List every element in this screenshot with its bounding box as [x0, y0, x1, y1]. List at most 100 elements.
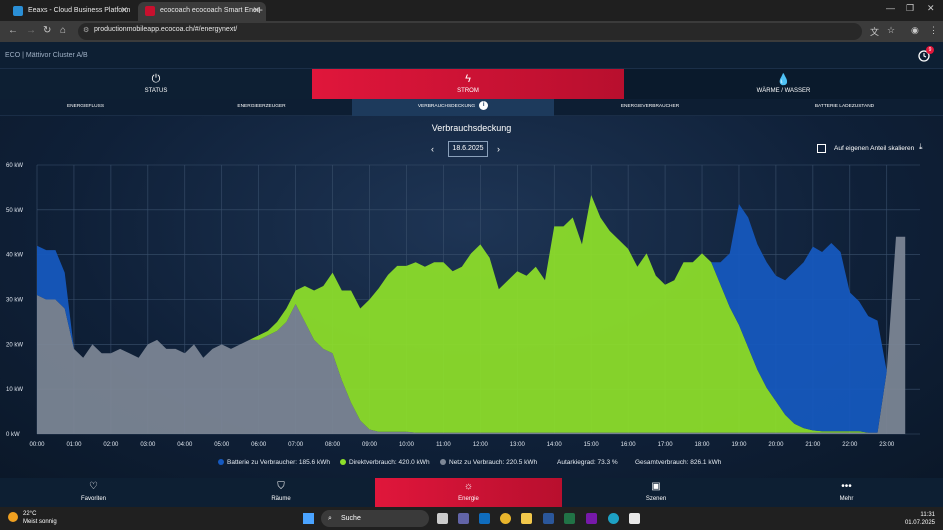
- url-field[interactable]: ⚙ productionmobileapp.ecocoa.ch/#/energy…: [78, 23, 862, 40]
- download-icon[interactable]: ⤓: [919, 142, 923, 152]
- y-tick-label: 20 kW: [6, 342, 23, 348]
- legend-dot-icon: [440, 459, 446, 465]
- reload-icon[interactable]: ↻: [43, 25, 51, 36]
- lightning-icon: ϟ: [465, 73, 471, 85]
- tab-label: WÄRME / WASSER: [756, 88, 811, 94]
- site-info-icon[interactable]: ⚙: [83, 26, 89, 34]
- taskbar-clock[interactable]: 11:31 01.07.2025: [897, 511, 935, 527]
- chart-panel: Verbrauchsdeckung ‹ 18.6.2025 › Auf eige…: [0, 116, 943, 478]
- nav-raeume[interactable]: ⛉ Räume: [187, 478, 375, 507]
- nav-label: Energie: [458, 496, 479, 502]
- browser-tab-bar: Eeaxs - Cloud Business Platform ✕ ecocoa…: [0, 0, 943, 21]
- profile-icon[interactable]: ◉: [911, 25, 919, 36]
- x-tick-label: 12:00: [473, 442, 489, 448]
- x-tick-label: 05:00: [214, 442, 230, 448]
- chevron-right-icon[interactable]: ›: [497, 144, 500, 154]
- bookmark-star-icon[interactable]: ☆: [887, 25, 895, 36]
- browser-tab-title: Eeaxs - Cloud Business Platform: [28, 7, 131, 14]
- nav-favoriten[interactable]: ♡ Favoriten: [0, 478, 187, 507]
- taskbar-search[interactable]: ⌕ Suche: [321, 510, 429, 527]
- x-tick-label: 06:00: [251, 442, 267, 448]
- task-view-icon[interactable]: [437, 513, 448, 524]
- tab-strom[interactable]: ϟ STROM: [312, 69, 624, 99]
- x-tick-label: 07:00: [288, 442, 304, 448]
- search-placeholder: Suche: [341, 515, 361, 522]
- x-tick-label: 23:00: [879, 442, 895, 448]
- x-tick-label: 20:00: [768, 442, 784, 448]
- restore-icon[interactable]: ❐: [906, 3, 914, 14]
- power-icon: ⏻: [151, 73, 161, 85]
- chrome-icon[interactable]: [500, 513, 511, 524]
- translate-icon[interactable]: 文: [870, 25, 879, 38]
- scale-checkbox[interactable]: [817, 144, 826, 153]
- more-icon: •••: [841, 481, 852, 492]
- nav-label: Räume: [271, 496, 291, 502]
- file-explorer-icon[interactable]: [521, 513, 532, 524]
- chevron-left-icon[interactable]: ‹: [431, 144, 434, 154]
- x-tick-label: 17:00: [658, 442, 674, 448]
- forward-icon[interactable]: →: [26, 25, 36, 36]
- onenote-icon[interactable]: [586, 513, 597, 524]
- y-tick-label: 60 kW: [6, 163, 23, 169]
- browser-tab-active[interactable]: ecocoach ecocoach Smart Ener ✕: [138, 2, 266, 21]
- x-tick-label: 00:00: [29, 442, 45, 448]
- teams-icon[interactable]: [458, 513, 469, 524]
- subtab-verbrauchsdeckung[interactable]: VERBRAUCHSDECKUNG i: [352, 99, 554, 116]
- shield-icon: ⛉: [277, 481, 285, 492]
- tab-status[interactable]: ⏻ STATUS: [0, 69, 312, 99]
- app-logo: ECO | Mättivor Cluster A/B: [5, 52, 88, 59]
- date-picker[interactable]: 18.6.2025: [448, 141, 488, 157]
- windows-start-icon[interactable]: [303, 513, 314, 524]
- subtab-energiefluss[interactable]: ENERGIEFLUSS: [0, 99, 171, 116]
- weather-temp: 22°C: [23, 511, 37, 517]
- close-window-icon[interactable]: ✕: [927, 3, 935, 14]
- word-icon[interactable]: [543, 513, 554, 524]
- legend-dot-icon: [340, 459, 346, 465]
- consumption-coverage-chart: 0 kW 10 kW 20 kW 30 kW 40 kW 50 kW 60 kW 00:00 0…: [6, 163, 920, 448]
- legend-battery-text: Batterie zu Verbraucher: 185.6 kWh: [227, 459, 330, 466]
- browser-tab-title: ecocoach ecocoach Smart Ener: [160, 7, 260, 14]
- x-tick-label: 01:00: [66, 442, 82, 448]
- home-icon[interactable]: ⌂: [60, 25, 66, 36]
- weather-text: Meist sonnig: [23, 519, 57, 525]
- x-tick-label: 19:00: [731, 442, 747, 448]
- x-tick-label: 10:00: [399, 442, 415, 448]
- legend-direct-text: Direktverbrauch: 420.0 kWh: [349, 459, 430, 466]
- x-tick-label: 18:00: [695, 442, 711, 448]
- y-tick-label: 30 kW: [6, 298, 23, 304]
- minimize-icon[interactable]: —: [886, 3, 895, 13]
- scale-checkbox-label: Auf eigenen Anteil skalieren: [834, 145, 915, 152]
- nav-szenen[interactable]: ▣ Szenen: [562, 478, 750, 507]
- x-tick-label: 11:00: [436, 442, 451, 448]
- x-tick-label: 16:00: [621, 442, 637, 448]
- app-icon[interactable]: [629, 513, 640, 524]
- x-tick-label: 21:00: [805, 442, 821, 448]
- legend-direct: Direktverbrauch: 420.0 kWh: [340, 459, 430, 466]
- x-tick-label: 02:00: [103, 442, 119, 448]
- legend-battery: Batterie zu Verbraucher: 185.6 kWh: [218, 459, 330, 466]
- back-icon[interactable]: ←: [8, 25, 18, 36]
- subtab-energieverbraucher[interactable]: ENERGIEVERBRAUCHER: [554, 99, 746, 116]
- subtab-batterie-ladezustand[interactable]: BATTERIE LADEZUSTAND: [746, 99, 943, 116]
- y-tick-label: 0 kW: [6, 432, 20, 438]
- edge-icon[interactable]: [608, 513, 619, 524]
- sub-tabs: ENERGIEFLUSS ENERGIEERZEUGER VERBRAUCHSD…: [0, 99, 943, 116]
- nav-mehr[interactable]: ••• Mehr: [750, 478, 943, 507]
- browser-tab[interactable]: Eeaxs - Cloud Business Platform ✕: [6, 2, 134, 21]
- info-icon[interactable]: i: [479, 101, 489, 111]
- subtab-energieerzeuger[interactable]: ENERGIEERZEUGER: [171, 99, 352, 116]
- x-tick-label: 22:00: [842, 442, 858, 448]
- energy-icon: ☼: [463, 481, 474, 492]
- menu-dots-icon[interactable]: ⋮: [929, 25, 938, 36]
- image-icon: ▣: [651, 481, 661, 492]
- new-tab-icon[interactable]: +: [256, 3, 263, 17]
- search-icon: ⌕: [328, 515, 332, 522]
- y-tick-label: 40 kW: [6, 253, 23, 259]
- excel-icon[interactable]: [564, 513, 575, 524]
- close-tab-icon[interactable]: ✕: [120, 2, 128, 19]
- outlook-icon[interactable]: [479, 513, 490, 524]
- drop-icon: 💧: [776, 74, 791, 86]
- tab-waerme-wasser[interactable]: 💧 WÄRME / WASSER: [624, 69, 943, 99]
- nav-energie[interactable]: ☼ Energie: [375, 478, 562, 507]
- tab-label: STROM: [457, 88, 479, 94]
